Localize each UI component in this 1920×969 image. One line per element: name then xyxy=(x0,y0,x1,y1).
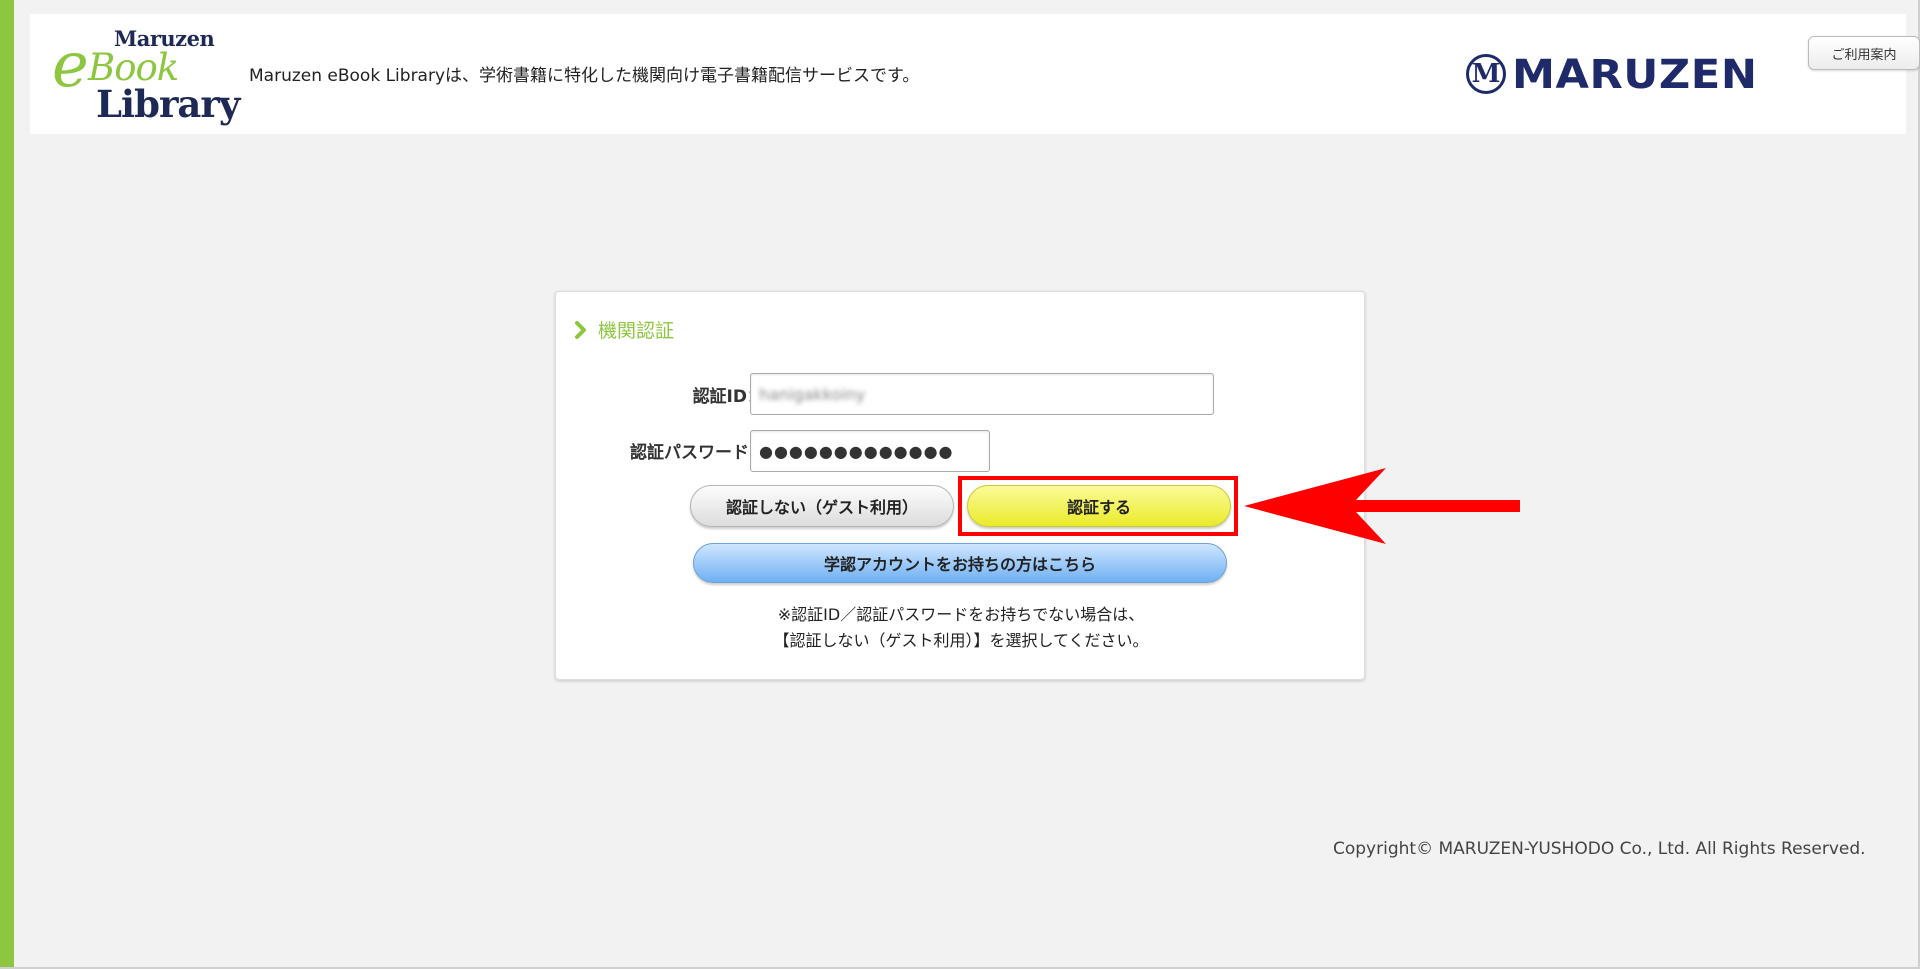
maruzen-brand-logo: M MARUZEN xyxy=(1466,52,1766,104)
usage-guide-button[interactable]: ご利用案内 xyxy=(1808,36,1920,70)
maruzen-m-mark-icon: M xyxy=(1466,54,1506,94)
gakunin-login-button[interactable]: 学認アカウントをお持ちの方はこちら xyxy=(693,543,1227,583)
logo-e-letter: e xyxy=(52,28,89,101)
annotation-highlight-box xyxy=(958,476,1238,536)
guest-access-button[interactable]: 認証しない（ゲスト利用） xyxy=(690,485,954,527)
logo-library-text: Library xyxy=(96,82,240,126)
site-tagline: Maruzen eBook Libraryは、学術書籍に特化した機関向け電子書籍… xyxy=(249,66,920,86)
auth-panel-title: 機関認証 xyxy=(598,320,675,342)
auth-panel-header: 機関認証 xyxy=(574,316,674,343)
auth-password-value: ●●●●●●●●●●●●● xyxy=(759,441,954,461)
site-header: e Maruzen Book Library Maruzen eBook Lib… xyxy=(30,14,1920,134)
annotation-arrow-icon xyxy=(1244,468,1520,544)
auth-help-note-line1: ※認証ID／認証パスワードをお持ちでない場合は、 xyxy=(777,605,1145,624)
ebook-library-logo[interactable]: e Maruzen Book Library xyxy=(52,20,240,130)
auth-help-note: ※認証ID／認証パスワードをお持ちでない場合は、 【認証しない（ゲスト利用）】を… xyxy=(556,602,1366,654)
auth-id-value: hanigakkoiny xyxy=(759,384,866,404)
auth-password-label: 認証パスワード： xyxy=(630,443,766,463)
auth-id-label: 認証ID： xyxy=(692,387,764,407)
maruzen-brand-text: MARUZEN xyxy=(1512,52,1758,98)
footer-copyright: Copyright© MARUZEN-YUSHODO Co., Ltd. All… xyxy=(1333,839,1866,859)
left-accent-bar xyxy=(0,0,14,969)
chevron-right-icon xyxy=(575,320,586,339)
auth-password-input[interactable]: ●●●●●●●●●●●●● xyxy=(750,430,990,472)
auth-help-note-line2: 【認証しない（ゲスト利用）】を選択してください。 xyxy=(773,631,1149,650)
auth-id-input[interactable]: hanigakkoiny xyxy=(750,373,1214,415)
